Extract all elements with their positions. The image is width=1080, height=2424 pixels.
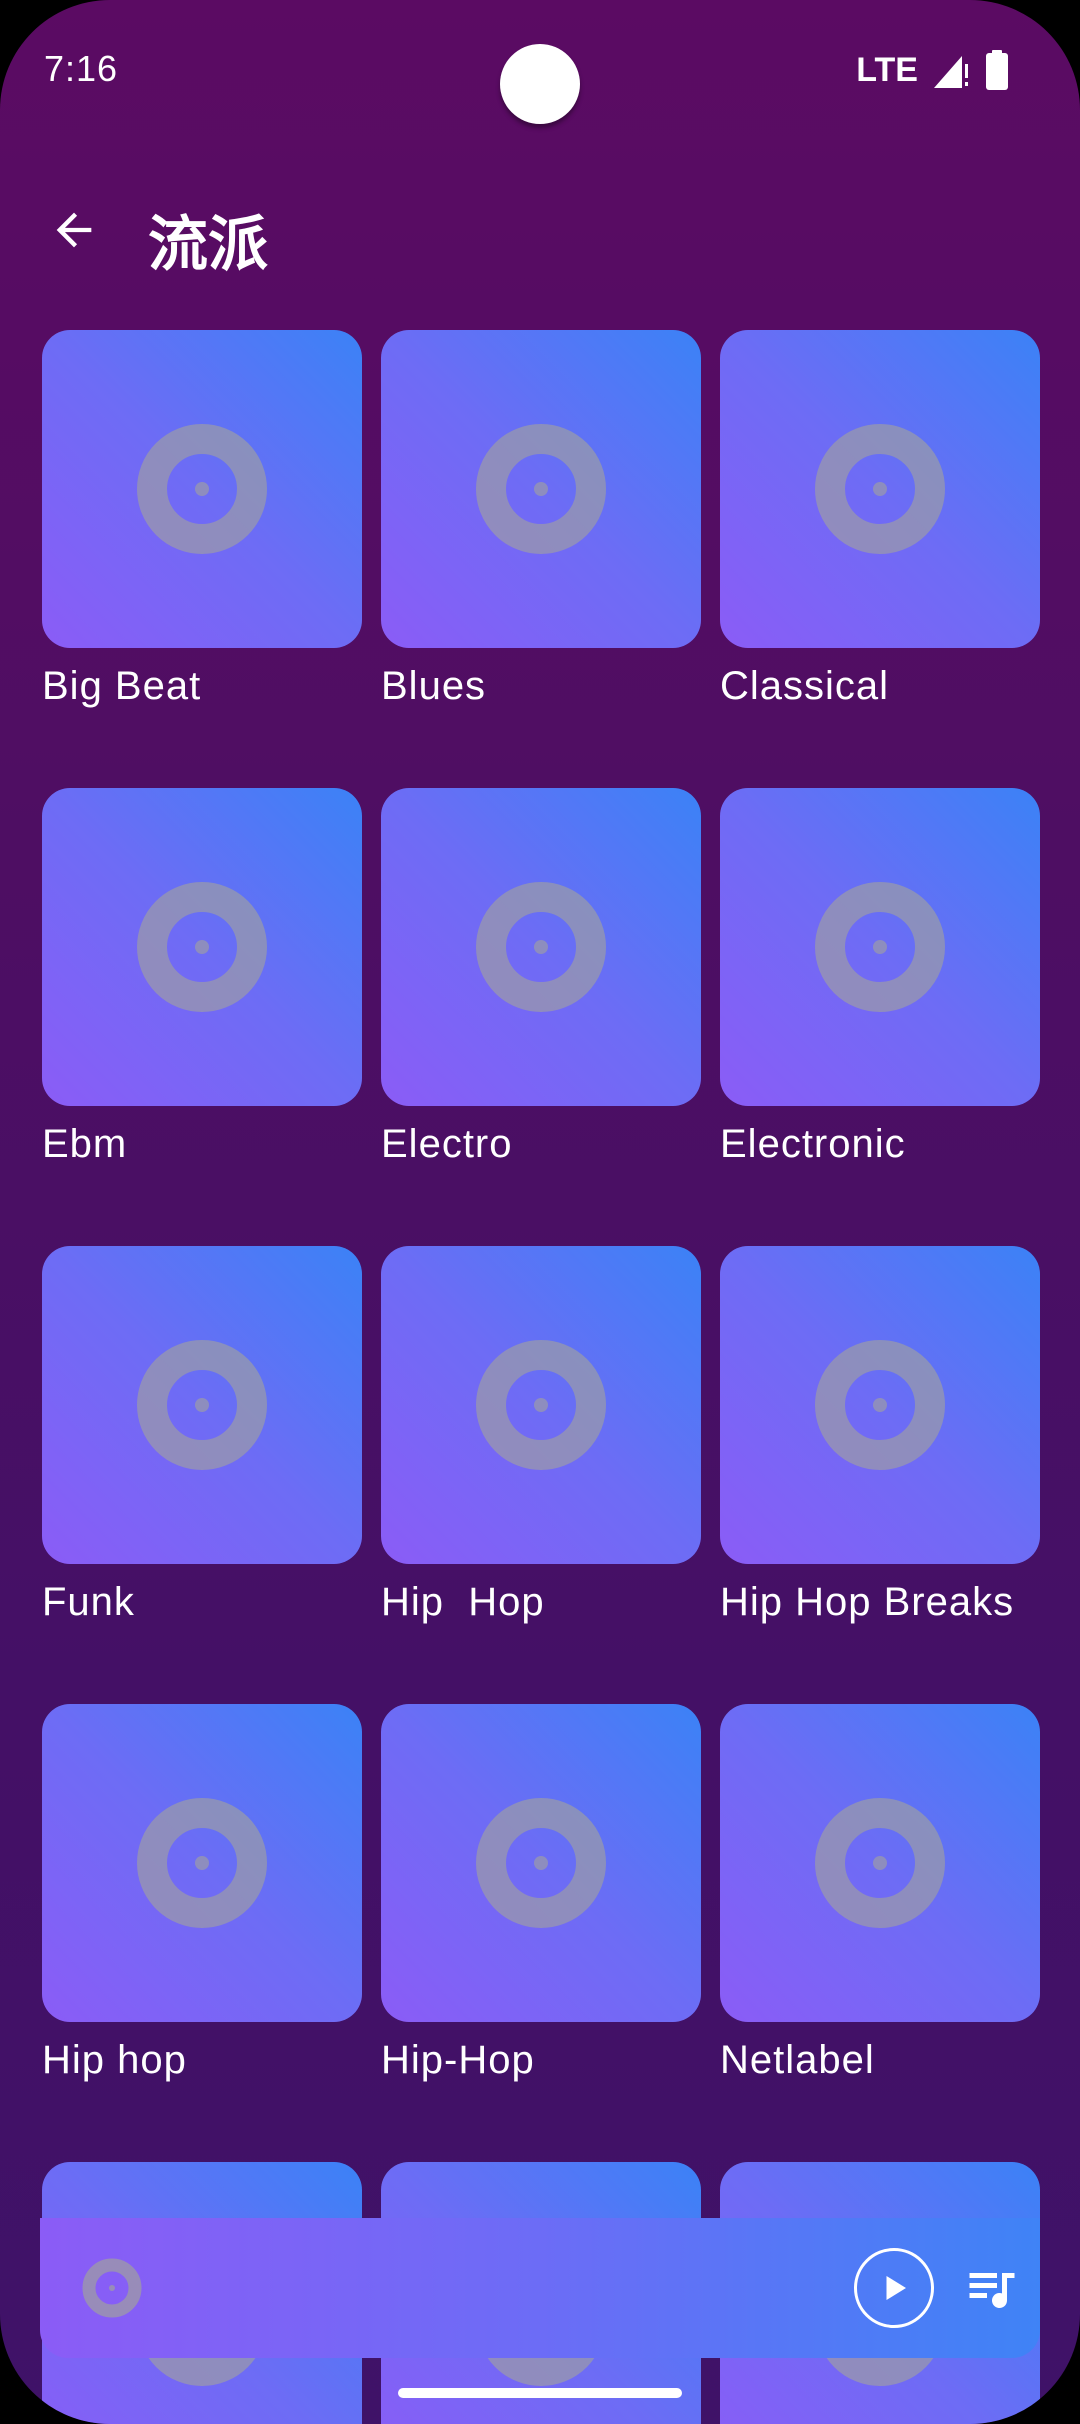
queue-music-icon[interactable] (962, 2258, 1022, 2318)
genre-artwork (42, 330, 362, 648)
genre-tile[interactable]: Classical (720, 330, 1040, 709)
genre-label: Big Beat (42, 664, 202, 708)
genre-artwork (381, 788, 701, 1106)
genre-tile[interactable]: Hip-Hop (381, 1704, 701, 2083)
mini-player[interactable] (40, 2218, 1040, 2358)
disc-icon (137, 882, 267, 1012)
genre-grid: Big Beat Blues Classical Ebm Electro Ele… (0, 0, 1080, 2424)
disc-icon (82, 2258, 142, 2318)
genre-artwork (720, 330, 1040, 648)
genre-tile[interactable]: Hip hop (42, 1704, 362, 2083)
genre-label: Classical (720, 664, 890, 708)
genre-tile[interactable]: Hip Hop (381, 1246, 701, 1625)
disc-icon (476, 882, 606, 1012)
disc-icon (815, 882, 945, 1012)
phone-screen: 7:16 LTE 流派 Big Beat Blues Classical Ebm… (0, 0, 1080, 2424)
genre-label: Hip Hop Breaks (720, 1580, 1015, 1624)
genre-tile[interactable]: Big Beat (42, 330, 362, 709)
genre-tile[interactable]: Funk (42, 1246, 362, 1625)
genre-label: Hip-Hop (381, 2038, 535, 2082)
genre-label: Netlabel (720, 2038, 875, 2082)
genre-tile[interactable]: Electro (381, 788, 701, 1167)
genre-label: Hip Hop (381, 1580, 545, 1624)
disc-icon (476, 424, 606, 554)
genre-artwork (381, 1246, 701, 1564)
disc-icon (815, 1798, 945, 1928)
genre-label: Funk (42, 1580, 135, 1624)
disc-icon (476, 1340, 606, 1470)
genre-tile[interactable]: Hip Hop Breaks (720, 1246, 1040, 1625)
genre-artwork (720, 1246, 1040, 1564)
genre-label: Electronic (720, 1122, 906, 1166)
genre-tile[interactable]: Netlabel (720, 1704, 1040, 2083)
genre-label: Ebm (42, 1122, 128, 1166)
genre-tile[interactable]: Blues (381, 330, 701, 709)
disc-icon (137, 1798, 267, 1928)
disc-icon (815, 424, 945, 554)
genre-artwork (42, 1246, 362, 1564)
genre-tile[interactable]: Electronic (720, 788, 1040, 1167)
genre-label: Electro (381, 1122, 513, 1166)
genre-artwork (381, 330, 701, 648)
genre-label: Blues (381, 664, 487, 708)
genre-label: Hip hop (42, 2038, 187, 2082)
genre-artwork (42, 788, 362, 1106)
disc-icon (137, 1340, 267, 1470)
genre-artwork (720, 1704, 1040, 2022)
disc-icon (476, 1798, 606, 1928)
play-icon (886, 2276, 906, 2300)
disc-icon (815, 1340, 945, 1470)
genre-tile[interactable]: Ebm (42, 788, 362, 1167)
genre-artwork (381, 1704, 701, 2022)
genre-artwork (720, 788, 1040, 1106)
disc-icon (137, 424, 267, 554)
play-button[interactable] (854, 2248, 934, 2328)
home-indicator (398, 2388, 682, 2398)
genre-artwork (42, 1704, 362, 2022)
